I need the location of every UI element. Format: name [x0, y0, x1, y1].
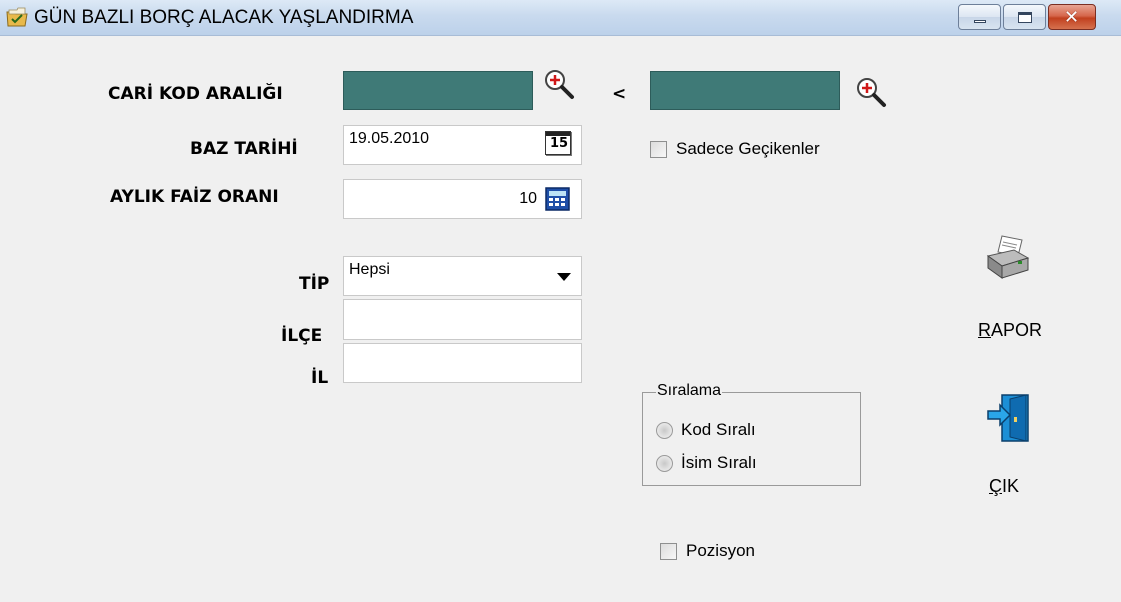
minimize-icon [974, 20, 986, 23]
title-bar[interactable]: GÜN BAZLI BORÇ ALACAK YAŞLANDIRMA ✕ [0, 0, 1121, 36]
kod-sirali-radio[interactable] [656, 422, 673, 439]
tip-label: TİP [299, 274, 330, 294]
rapor-label-rest: APOR [991, 320, 1043, 340]
window-title: GÜN BAZLI BORÇ ALACAK YAŞLANDIRMA [34, 7, 414, 28]
maximize-button[interactable] [1003, 4, 1046, 30]
minimize-button[interactable] [958, 4, 1001, 30]
baz-tarihi-label: BAZ TARİHİ [190, 139, 298, 159]
pozisyon-label[interactable]: Pozisyon [686, 541, 755, 561]
cari-kod-label: CARİ KOD ARALIĞI [108, 84, 283, 104]
rapor-button[interactable]: RAPOR [978, 234, 1050, 344]
isim-sirali-radio[interactable] [656, 455, 673, 472]
search-icon[interactable] [854, 75, 888, 109]
cik-label-rest: IK [1002, 476, 1020, 496]
sadece-gecikenler-label[interactable]: Sadece Geçikenler [676, 139, 820, 159]
tip-select[interactable]: Hepsi [343, 256, 582, 296]
cari-kod-from-input[interactable] [343, 71, 533, 110]
sadece-gecikenler-checkbox[interactable] [650, 141, 667, 158]
folder-check-icon [6, 7, 28, 27]
siralama-title: Sıralama [656, 382, 723, 400]
ilce-input[interactable] [343, 299, 582, 340]
cik-label: ÇIK [989, 476, 1019, 497]
rapor-hotkey: R [978, 320, 991, 340]
printer-icon [986, 235, 1030, 279]
cari-kod-to-input[interactable] [650, 71, 840, 110]
kod-sirali-label[interactable]: Kod Sıralı [681, 420, 756, 440]
report-window: GÜN BAZLI BORÇ ALACAK YAŞLANDIRMA ✕ CARİ… [0, 0, 1121, 602]
maximize-icon [1018, 12, 1032, 23]
calculator-icon[interactable] [544, 186, 572, 212]
il-input[interactable] [343, 343, 582, 383]
cik-hotkey: Ç [989, 476, 1002, 496]
range-separator: < [612, 84, 627, 104]
rapor-label: RAPOR [978, 320, 1042, 341]
aylik-faiz-label: AYLIK FAİZ ORANI [110, 187, 279, 207]
search-icon[interactable] [542, 67, 576, 101]
calendar-day: 15 [550, 136, 569, 151]
close-icon: ✕ [1064, 7, 1080, 28]
isim-sirali-label[interactable]: İsim Sıralı [681, 453, 757, 473]
chevron-down-icon [557, 273, 571, 281]
exit-door-icon [987, 394, 1029, 442]
calendar-icon[interactable]: 15 [545, 131, 571, 155]
cik-button[interactable]: ÇIK [982, 390, 1042, 500]
ilce-label: İLÇE [281, 326, 323, 346]
pozisyon-checkbox[interactable] [660, 543, 677, 560]
close-button[interactable]: ✕ [1048, 4, 1096, 30]
il-label: İL [311, 368, 329, 388]
